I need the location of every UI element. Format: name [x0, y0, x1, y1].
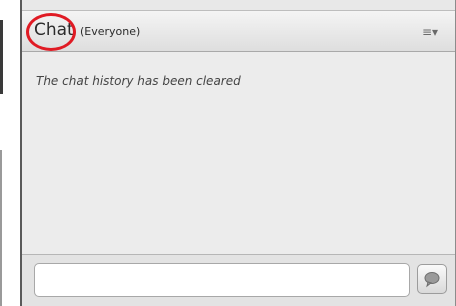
speech-bubble-icon: [424, 272, 440, 288]
chat-audience-label[interactable]: (Everyone): [80, 25, 140, 38]
chat-header: Chat (Everyone) ≡▾: [22, 10, 455, 52]
history-cleared-message: The chat history has been cleared: [36, 74, 241, 88]
send-message-button[interactable]: [417, 264, 447, 294]
chat-history[interactable]: The chat history has been cleared: [22, 52, 455, 254]
menu-lines-icon: ≡▾: [421, 25, 439, 39]
highlight-ring: [26, 13, 76, 51]
left-edge-bar-bottom: [0, 150, 2, 306]
chat-panel: Chat (Everyone) ≡▾ The chat history has …: [20, 0, 456, 306]
left-edge: [0, 0, 20, 306]
chat-composer: [22, 254, 455, 306]
chat-input[interactable]: [34, 263, 410, 297]
left-edge-bar-top: [0, 20, 3, 94]
panel-menu-button[interactable]: ≡▾: [419, 23, 441, 41]
